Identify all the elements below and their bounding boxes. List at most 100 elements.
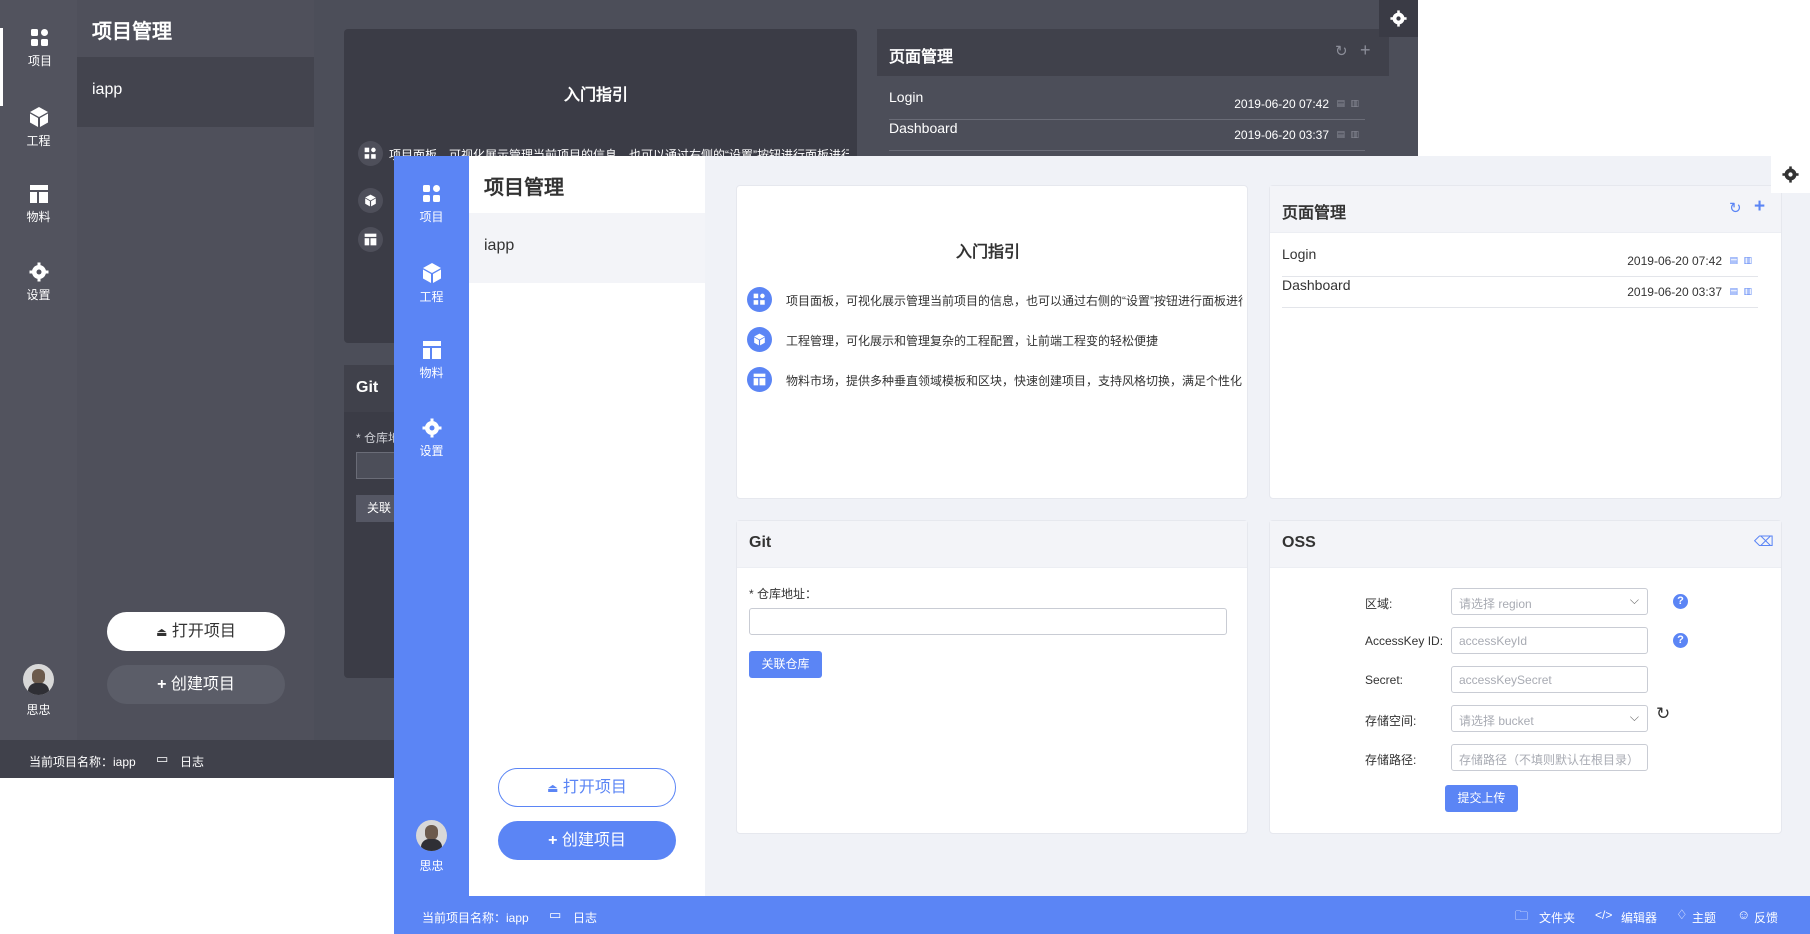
layout-icon	[747, 367, 772, 392]
rail-item-settings[interactable]: 设置	[394, 418, 469, 496]
copy-icon[interactable]: ▤	[1336, 129, 1345, 140]
open-project-label: 打开项目	[562, 779, 627, 796]
current-project-name: 当前项目名称：iapp	[422, 911, 529, 925]
dark-settings-button[interactable]	[1379, 0, 1418, 37]
bucket-select[interactable]: 请选择 bucket ⌵	[1451, 705, 1648, 732]
project-list-item[interactable]: iapp	[469, 213, 705, 283]
accesskey-input[interactable]: accessKeyId	[1451, 627, 1648, 654]
add-icon[interactable]: +	[1360, 40, 1371, 61]
grid-icon	[358, 141, 383, 166]
create-project-label: 创建项目	[170, 676, 235, 693]
refresh-icon[interactable]: ↻	[1656, 704, 1670, 724]
user-name: 思忠	[26, 703, 51, 717]
project-list-item[interactable]: iapp	[77, 57, 314, 127]
gear-icon	[29, 262, 48, 282]
settings-button[interactable]	[1771, 156, 1810, 193]
user[interactable]: 思忠	[394, 820, 469, 874]
dark-rail-item-engineering[interactable]: 工程	[0, 106, 77, 184]
page-row[interactable]: Login 2019-06-20 07:42 ▤ ▥	[1282, 246, 1758, 277]
refresh-icon[interactable]: ↻	[1335, 42, 1348, 60]
dark-nav-rail: 项目 工程 物料 设置 思忠	[0, 0, 77, 740]
cube-icon	[422, 263, 441, 283]
dark-user[interactable]: 思忠	[0, 664, 77, 718]
bulb-icon: ♢	[1676, 907, 1688, 922]
user-name: 思忠	[419, 859, 444, 873]
create-project-button[interactable]: + 创建项目	[498, 821, 676, 860]
rail-label: 项目	[27, 54, 52, 68]
light-nav-rail: 项目 工程 物料 设置 思忠	[394, 156, 469, 896]
delete-icon[interactable]: ▥	[1350, 129, 1359, 140]
open-project-button[interactable]: ⏏ 打开项目	[107, 612, 285, 651]
grid-icon	[422, 185, 440, 202]
pages-card: 页面管理 ↻ + Login 2019-06-20 07:42 ▤ ▥ Dash…	[1269, 185, 1782, 499]
guide-card: 入门指引 项目面板，可视化展示管理当前项目的信息，也可以通过右侧的“设置”按钮进…	[736, 185, 1248, 499]
log-link[interactable]: 日志	[573, 909, 597, 926]
path-label: 存储路径:	[1365, 753, 1417, 767]
refresh-icon[interactable]: ↻	[1729, 199, 1742, 217]
region-label: 区域:	[1365, 597, 1393, 611]
help-icon[interactable]: ?	[1673, 633, 1688, 648]
git-title: Git	[749, 534, 772, 551]
theme-link[interactable]: 主题	[1692, 909, 1716, 926]
upload-icon: ⏏	[547, 781, 559, 795]
repo-input[interactable]	[749, 608, 1227, 635]
rail-label: 工程	[26, 134, 51, 148]
rail-label: 设置	[419, 444, 444, 458]
guide-item: 物料市场，提供多种垂直领域模板和区块，快速创建项目，支持风格切换，满足个性化	[747, 367, 1244, 392]
layout-icon	[29, 185, 48, 203]
link-repo-button[interactable]: 关联仓库	[749, 651, 822, 678]
copy-icon[interactable]: ▤	[1729, 286, 1738, 297]
dark-rail-item-project[interactable]: 项目	[0, 28, 77, 106]
editor-link[interactable]: 编辑器	[1621, 909, 1657, 926]
rail-label: 物料	[419, 366, 444, 380]
rail-item-engineering[interactable]: 工程	[394, 262, 469, 340]
page-date: 2019-06-20 07:42	[1234, 97, 1329, 111]
chevron-down-icon: ⌵	[1629, 593, 1639, 607]
clear-icon[interactable]: ⌫	[1754, 533, 1774, 550]
avatar	[416, 820, 447, 851]
delete-icon[interactable]: ▥	[1743, 255, 1752, 266]
card-header: OSS ⌫	[1270, 521, 1781, 568]
repo-label: * 仓库地址：	[749, 587, 818, 601]
open-project-button[interactable]: ⏏ 打开项目	[498, 768, 676, 807]
cube-icon	[29, 107, 48, 127]
plus-icon: +	[548, 832, 558, 849]
panel-title: 项目管理	[92, 21, 172, 43]
copy-icon[interactable]: ▤	[1729, 255, 1738, 266]
create-project-button[interactable]: + 创建项目	[107, 665, 285, 704]
copy-icon[interactable]: ▤	[1336, 98, 1345, 109]
dark-project-panel: 项目管理 iapp ⏏ 打开项目 + 创建项目	[77, 0, 314, 740]
page-row[interactable]: Login 2019-06-20 07:42 ▤ ▥	[889, 89, 1365, 120]
submit-upload-button[interactable]: 提交上传	[1445, 785, 1518, 812]
delete-icon[interactable]: ▥	[1743, 286, 1752, 297]
region-select[interactable]: 请选择 region ⌵	[1451, 588, 1648, 615]
page-row[interactable]: Dashboard 2019-06-20 03:37 ▤ ▥	[1282, 277, 1758, 308]
folder-link[interactable]: 文件夹	[1539, 909, 1575, 926]
secret-input[interactable]: accessKeySecret	[1451, 666, 1648, 693]
guide-item	[358, 227, 383, 252]
link-repo-label: 关联	[367, 501, 392, 515]
gear-icon	[1782, 166, 1799, 183]
bucket-placeholder: 请选择 bucket	[1459, 714, 1534, 728]
create-project-label: 创建项目	[561, 832, 626, 849]
dark-rail-item-settings[interactable]: 设置	[0, 262, 77, 340]
cube-icon	[358, 188, 383, 213]
monitor-icon: ▭	[549, 907, 562, 922]
path-input[interactable]: 存储路径（不填则默认在根目录）	[1451, 744, 1648, 771]
rail-item-project[interactable]: 项目	[394, 184, 469, 262]
add-icon[interactable]: +	[1754, 196, 1765, 218]
secret-label: Secret:	[1365, 673, 1404, 687]
rail-label: 设置	[26, 288, 51, 302]
page-name: Login	[1282, 246, 1317, 262]
dark-rail-item-material[interactable]: 物料	[0, 184, 77, 262]
bucket-label: 存储空间:	[1365, 714, 1417, 728]
gear-icon	[422, 418, 441, 438]
help-icon[interactable]: ?	[1673, 594, 1688, 609]
guide-item	[358, 188, 383, 213]
feedback-link[interactable]: 反馈	[1754, 909, 1778, 926]
rail-item-material[interactable]: 物料	[394, 340, 469, 418]
page-row[interactable]: Dashboard 2019-06-20 03:37 ▤ ▥	[889, 120, 1365, 151]
log-link[interactable]: 日志	[180, 753, 204, 770]
delete-icon[interactable]: ▥	[1350, 98, 1359, 109]
rail-label: 项目	[419, 210, 444, 224]
